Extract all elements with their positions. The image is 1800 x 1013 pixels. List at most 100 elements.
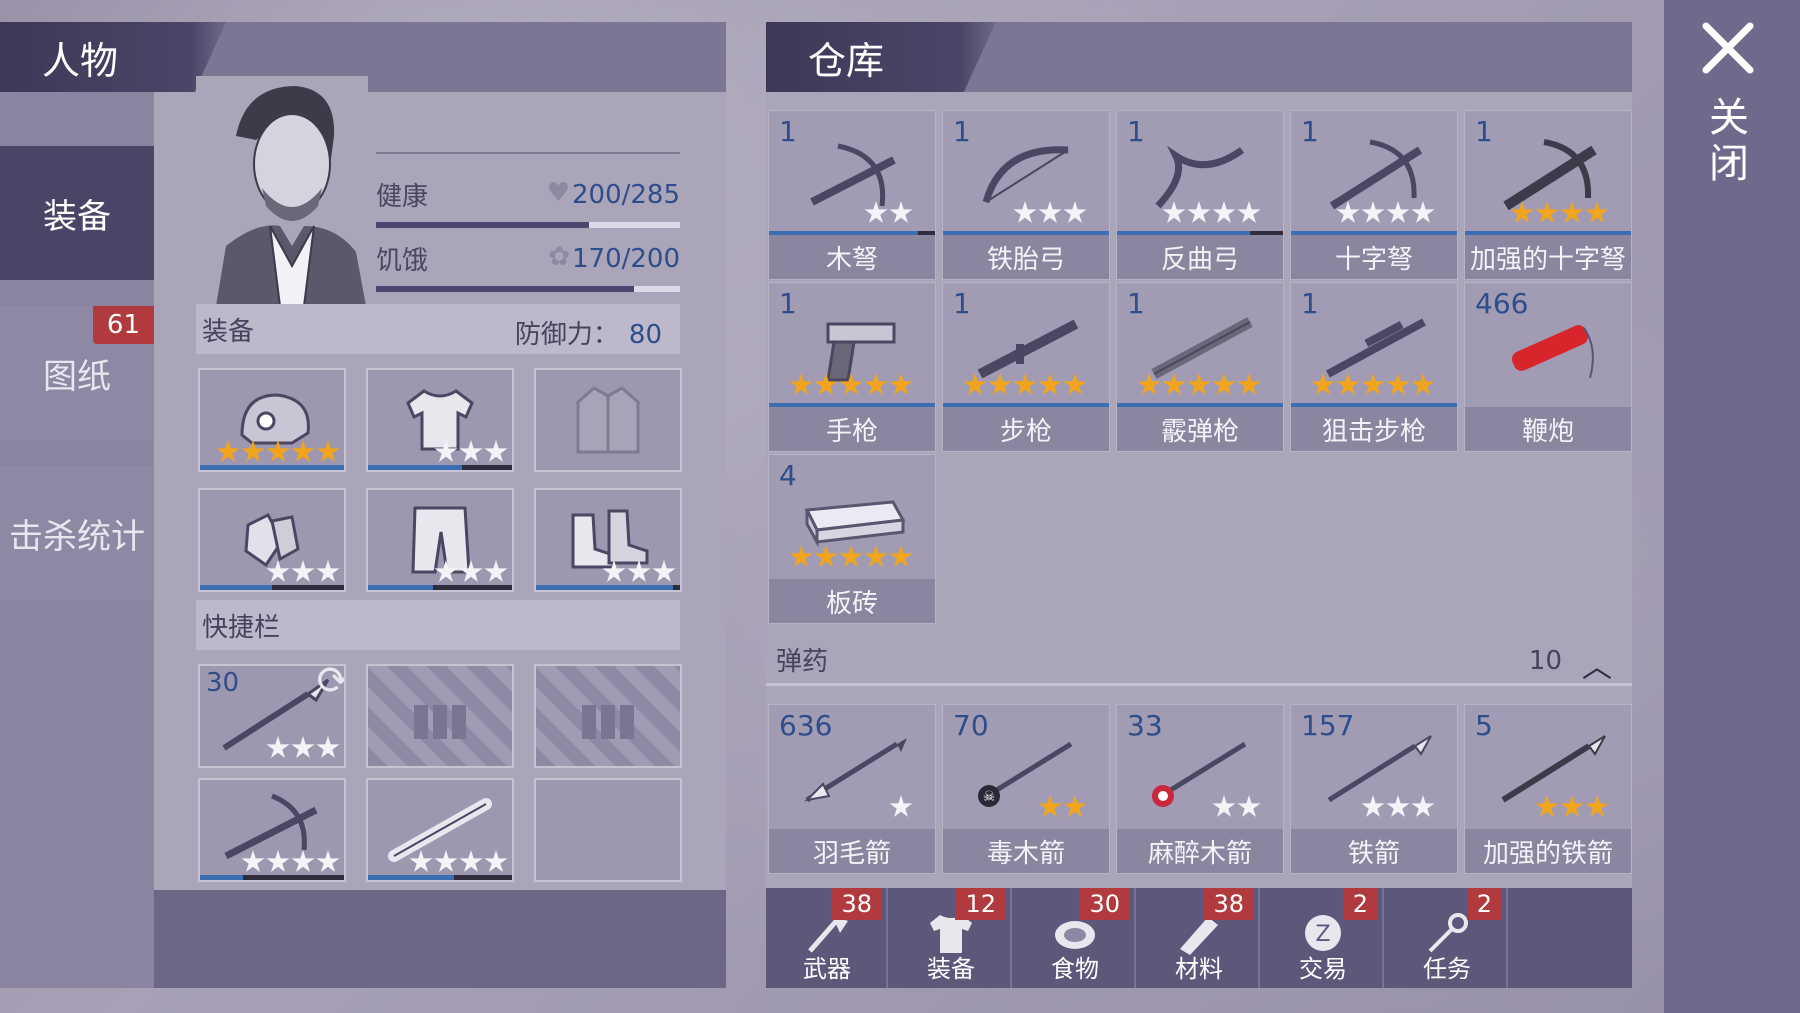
- star-icon: [484, 560, 508, 582]
- warehouse-item[interactable]: 1 加强的十字弩: [1464, 110, 1632, 280]
- star-icon: [459, 850, 483, 872]
- side-tab-blueprints[interactable]: 图纸 61: [0, 306, 154, 440]
- close-label: 关闭: [1702, 96, 1748, 188]
- star-icon: [316, 440, 340, 462]
- category-badge: 38: [831, 888, 882, 920]
- warehouse-item[interactable]: 1 十字弩: [1290, 110, 1458, 280]
- equipment-slot[interactable]: [198, 488, 346, 592]
- swap-icon[interactable]: ⟳: [316, 666, 344, 704]
- star-rating: [1212, 795, 1261, 819]
- category-tab[interactable]: 装备 12: [890, 888, 1012, 988]
- quickbar-locked-slot[interactable]: [534, 664, 682, 768]
- star-icon: [864, 201, 888, 223]
- star-icon: [216, 440, 240, 462]
- star-icon: [316, 850, 340, 872]
- warehouse-item[interactable]: 1 步枪: [942, 282, 1110, 452]
- star-icon: [1535, 795, 1559, 817]
- equipment-slot[interactable]: [366, 488, 514, 592]
- star-rating: [789, 373, 913, 397]
- quickbar-locked-slot[interactable]: [366, 664, 514, 768]
- quickbar-slot[interactable]: [198, 778, 346, 882]
- hunger-value: 170/200: [571, 244, 680, 274]
- star-icon: [434, 440, 458, 462]
- star-icon: [889, 795, 913, 817]
- defense-value: 80: [628, 320, 662, 350]
- warehouse-item[interactable]: 4 板砖: [768, 454, 936, 624]
- side-tab-kill-stats[interactable]: 击杀统计: [0, 466, 154, 600]
- category-tab[interactable]: 武器 38: [766, 888, 888, 988]
- item-name: 反曲弓: [1117, 235, 1283, 279]
- star-rating: [1535, 795, 1609, 819]
- warehouse-item[interactable]: 5 加强的铁箭: [1464, 704, 1632, 874]
- star-icon: [1237, 795, 1261, 817]
- warehouse-item[interactable]: 636 羽毛箭: [768, 704, 936, 874]
- category-tab[interactable]: Z 交易 2: [1262, 888, 1384, 988]
- star-icon: [1212, 373, 1236, 395]
- star-icon: [1535, 201, 1559, 223]
- star-rating: [434, 440, 508, 464]
- close-icon[interactable]: [1700, 20, 1756, 76]
- durability-bar: [368, 585, 512, 590]
- equipment-slot[interactable]: [366, 368, 514, 472]
- warehouse-item[interactable]: 1 霰弹枪: [1116, 282, 1284, 452]
- item-name: 手枪: [769, 407, 935, 451]
- star-rating: [602, 560, 676, 584]
- warehouse-item[interactable]: 1 木弩: [768, 110, 936, 280]
- category-tab[interactable]: 材料 38: [1138, 888, 1260, 988]
- star-icon: [484, 850, 508, 872]
- star-icon: [316, 736, 340, 758]
- item-name: 板砖: [769, 579, 935, 623]
- svg-text:☠: ☠: [983, 789, 996, 805]
- locked-slot-icon: [368, 666, 512, 766]
- quickbar-label: 快捷栏: [202, 612, 281, 643]
- item-name: 狙击步枪: [1291, 407, 1457, 451]
- warehouse-item[interactable]: 157 铁箭: [1290, 704, 1458, 874]
- star-icon: [988, 373, 1012, 395]
- star-icon: [1038, 373, 1062, 395]
- quickbar-empty-slot[interactable]: [534, 778, 682, 882]
- equipment-slot[interactable]: [198, 368, 346, 472]
- star-icon: [241, 440, 265, 462]
- close-column[interactable]: 关闭: [1664, 0, 1800, 1013]
- chevron-up-icon[interactable]: ︿: [1582, 642, 1612, 686]
- warehouse-item[interactable]: 1 铁胎弓: [942, 110, 1110, 280]
- category-tab[interactable]: 任务 2: [1386, 888, 1508, 988]
- hunger-bar: [376, 286, 680, 292]
- warehouse-item[interactable]: 1 狙击步枪: [1290, 282, 1458, 452]
- star-icon: [1237, 373, 1261, 395]
- warehouse-item[interactable]: 70 ☠ 毒木箭: [942, 704, 1110, 874]
- star-icon: [291, 850, 315, 872]
- category-badge: 12: [955, 888, 1006, 920]
- star-icon: [241, 850, 265, 872]
- category-badge: 38: [1203, 888, 1254, 920]
- heart-icon: ♥: [546, 178, 570, 208]
- equipment-slot[interactable]: [534, 488, 682, 592]
- warehouse-item[interactable]: 1 手枪: [768, 282, 936, 452]
- equipment-slot[interactable]: [534, 368, 682, 472]
- quickbar-section-header: 快捷栏: [196, 600, 680, 650]
- star-icon: [1063, 201, 1087, 223]
- star-icon: [1510, 201, 1534, 223]
- star-rating: [1361, 795, 1435, 819]
- warehouse-item[interactable]: 466 鞭炮: [1464, 282, 1632, 452]
- side-tab-equipment[interactable]: 装备: [0, 146, 154, 280]
- health-stat: 健康 ♥ 200/285: [376, 172, 680, 228]
- star-icon: [266, 736, 290, 758]
- durability-bar: [368, 875, 512, 880]
- item-name: 毒木箭: [943, 829, 1109, 873]
- character-portrait: [196, 76, 368, 306]
- side-tab-column: 装备 图纸 61 击杀统计: [0, 92, 154, 988]
- warehouse-item[interactable]: 1 反曲弓: [1116, 110, 1284, 280]
- star-rating: [1162, 201, 1261, 225]
- category-tab-label: 食物: [1051, 955, 1099, 983]
- ammo-section-header[interactable]: 弹药 10 ︿: [766, 636, 1632, 686]
- category-tab[interactable]: 食物 30: [1014, 888, 1136, 988]
- category-tab-label: 交易: [1299, 955, 1347, 983]
- star-icon: [889, 201, 913, 223]
- quickbar-slot[interactable]: [366, 778, 514, 882]
- quickbar-slot[interactable]: 30⟳: [198, 664, 346, 768]
- warehouse-item[interactable]: 33 麻醉木箭: [1116, 704, 1284, 874]
- item-name: 木弩: [769, 235, 935, 279]
- star-icon: [1386, 201, 1410, 223]
- warehouse-header: 仓库: [766, 22, 996, 92]
